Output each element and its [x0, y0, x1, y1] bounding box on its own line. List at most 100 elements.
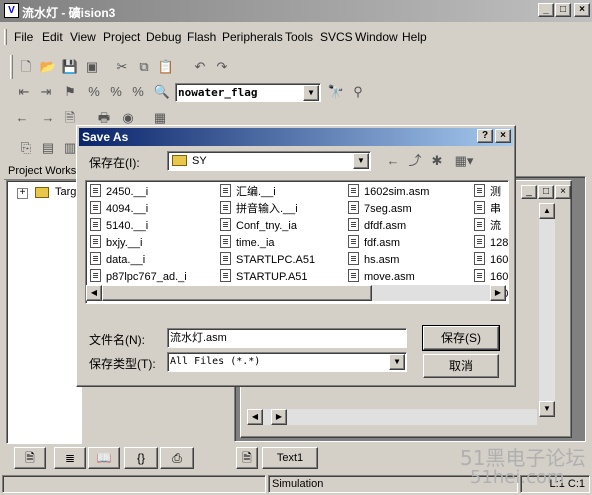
- file-item[interactable]: p87lpc767_ad._i: [90, 269, 187, 286]
- file-item[interactable]: bxjy.__i: [90, 235, 142, 252]
- undo-icon[interactable]: ↶: [190, 57, 210, 77]
- editor-maximize-button[interactable]: □: [538, 185, 554, 199]
- find-combo[interactable]: nowater_flag ▼: [175, 83, 321, 102]
- chevron-down-icon[interactable]: ▼: [353, 153, 369, 169]
- forward-icon[interactable]: →: [38, 108, 58, 128]
- back-arrow-icon[interactable]: ←: [383, 151, 403, 171]
- file-item[interactable]: 128: [474, 235, 508, 252]
- redo-icon[interactable]: ↷: [212, 57, 232, 77]
- unindent-icon[interactable]: ⇥: [36, 82, 56, 102]
- menu-window[interactable]: Window: [355, 30, 398, 44]
- menu-view[interactable]: View: [70, 30, 96, 44]
- tab-regs[interactable]: ≣: [54, 447, 86, 469]
- bookmark-clear-icon[interactable]: %: [128, 82, 148, 102]
- tree-item-target[interactable]: Targ: [55, 186, 76, 198]
- open-folder-icon[interactable]: 📂: [38, 57, 58, 77]
- save-icon[interactable]: 💾: [60, 57, 80, 77]
- menu-edit[interactable]: Edit: [42, 30, 63, 44]
- menu-flash[interactable]: Flash: [187, 30, 216, 44]
- file-item[interactable]: 5140.__i: [90, 218, 148, 235]
- chevron-down-icon[interactable]: ▼: [303, 85, 319, 101]
- file-item[interactable]: dfdf.asm: [348, 218, 406, 235]
- file-item[interactable]: 测: [474, 184, 501, 201]
- dialog-close-button[interactable]: ×: [495, 129, 511, 143]
- scroll-left-icon[interactable]: ◀: [247, 409, 263, 425]
- save-all-icon[interactable]: ▣: [82, 57, 102, 77]
- editor-vscrollbar[interactable]: ▲ ▼: [539, 203, 555, 417]
- menu-tools[interactable]: Tools: [285, 30, 313, 44]
- file-item[interactable]: 拼音输入.__i: [220, 201, 298, 218]
- maximize-button[interactable]: □: [555, 3, 571, 17]
- file-item[interactable]: 汇编.__i: [220, 184, 276, 201]
- scroll-right-icon[interactable]: ▶: [490, 285, 506, 301]
- chevron-down-icon[interactable]: ▼: [389, 354, 405, 370]
- find-next-icon[interactable]: ⚲: [348, 82, 368, 102]
- new-file-icon[interactable]: 🗋: [16, 57, 36, 77]
- file-item[interactable]: move.asm: [348, 269, 415, 286]
- file-item[interactable]: Conf_tny._ia: [220, 218, 297, 235]
- bookmark-next-icon[interactable]: %: [84, 82, 104, 102]
- file-item[interactable]: 流: [474, 218, 501, 235]
- file-item[interactable]: data.__i: [90, 252, 145, 269]
- tab-files[interactable]: 🗎: [14, 447, 46, 469]
- dialog-help-button[interactable]: ?: [477, 129, 493, 143]
- menu-peripherals[interactable]: Peripherals: [222, 30, 283, 44]
- rebuild-icon[interactable]: ▤: [38, 138, 58, 158]
- menu-debug[interactable]: Debug: [146, 30, 181, 44]
- editor-hscrollbar[interactable]: ◀ ▶: [247, 409, 537, 425]
- view-menu-icon[interactable]: ▦▾: [451, 151, 477, 171]
- project-tree[interactable]: + Targ: [6, 180, 82, 444]
- file-item[interactable]: STARTUP.A51: [220, 269, 308, 286]
- scroll-left-icon[interactable]: ◀: [86, 285, 102, 301]
- indent-icon[interactable]: ⇤: [14, 82, 34, 102]
- menu-file[interactable]: File: [14, 30, 33, 44]
- file-list-hscrollbar[interactable]: ◀ ▶: [86, 285, 506, 301]
- scroll-up-icon[interactable]: ▲: [539, 203, 555, 219]
- scroll-down-icon[interactable]: ▼: [539, 401, 555, 417]
- file-item[interactable]: 160: [474, 252, 508, 269]
- bookmark-icon[interactable]: ⚑: [60, 82, 80, 102]
- bookmark-prev-icon[interactable]: %: [106, 82, 126, 102]
- tab-templates[interactable]: ⎙: [160, 447, 194, 469]
- close-button[interactable]: ×: [574, 3, 590, 17]
- build-icon[interactable]: ⎘: [16, 138, 36, 158]
- menu-svcs[interactable]: SVCS: [320, 30, 353, 44]
- save-in-combo[interactable]: SY ▼: [167, 151, 371, 171]
- find-in-files-icon[interactable]: 🔍: [152, 82, 172, 102]
- tree-expand-icon[interactable]: +: [17, 188, 28, 199]
- menu-project[interactable]: Project: [103, 30, 140, 44]
- tab-functions[interactable]: {}: [124, 447, 158, 469]
- up-folder-icon[interactable]: ⤴: [405, 151, 425, 171]
- back-icon[interactable]: ←: [12, 108, 32, 128]
- new-folder-icon[interactable]: ✱: [427, 151, 447, 171]
- file-item[interactable]: time._ia: [220, 235, 275, 252]
- save-button[interactable]: 保存(S): [422, 325, 500, 351]
- cut-icon[interactable]: ✂: [112, 57, 132, 77]
- editor-minimize-button[interactable]: _: [521, 185, 537, 199]
- filetype-select[interactable]: All Files (*.*) ▼: [167, 352, 407, 372]
- paste-icon[interactable]: 📋: [156, 57, 176, 77]
- find-icon[interactable]: 🔭: [326, 82, 346, 102]
- file-item[interactable]: 2450.__i: [90, 184, 148, 201]
- file-item[interactable]: STARTLPC.A51: [220, 252, 315, 269]
- tab-books[interactable]: 📖: [88, 447, 120, 469]
- scroll-thumb[interactable]: [102, 285, 372, 301]
- minimize-button[interactable]: _: [538, 3, 554, 17]
- copy-icon[interactable]: ⧉: [134, 57, 154, 77]
- file-item[interactable]: fdf.asm: [348, 235, 400, 252]
- tab-text1[interactable]: Text1: [262, 447, 318, 469]
- editor-tab-icon[interactable]: 🗎: [236, 447, 258, 469]
- filename-input[interactable]: 流水灯.asm: [167, 328, 407, 348]
- editor-close-button[interactable]: ×: [555, 185, 571, 199]
- file-item[interactable]: 160: [474, 269, 508, 286]
- file-item[interactable]: 7seg.asm: [348, 201, 412, 218]
- menu-help[interactable]: Help: [402, 30, 427, 44]
- file-item[interactable]: 1602sim.asm: [348, 184, 429, 201]
- cancel-button[interactable]: 取消: [423, 354, 499, 378]
- file-name: 1602sim.asm: [364, 186, 430, 198]
- file-item[interactable]: 串: [474, 201, 501, 218]
- file-item[interactable]: hs.asm: [348, 252, 399, 269]
- file-item[interactable]: 4094.__i: [90, 201, 148, 218]
- scroll-right-icon[interactable]: ▶: [271, 409, 287, 425]
- file-list[interactable]: 2450.__i 汇编.__i 1602sim.asm 测 4094.__i 拼音输入._…: [85, 180, 509, 304]
